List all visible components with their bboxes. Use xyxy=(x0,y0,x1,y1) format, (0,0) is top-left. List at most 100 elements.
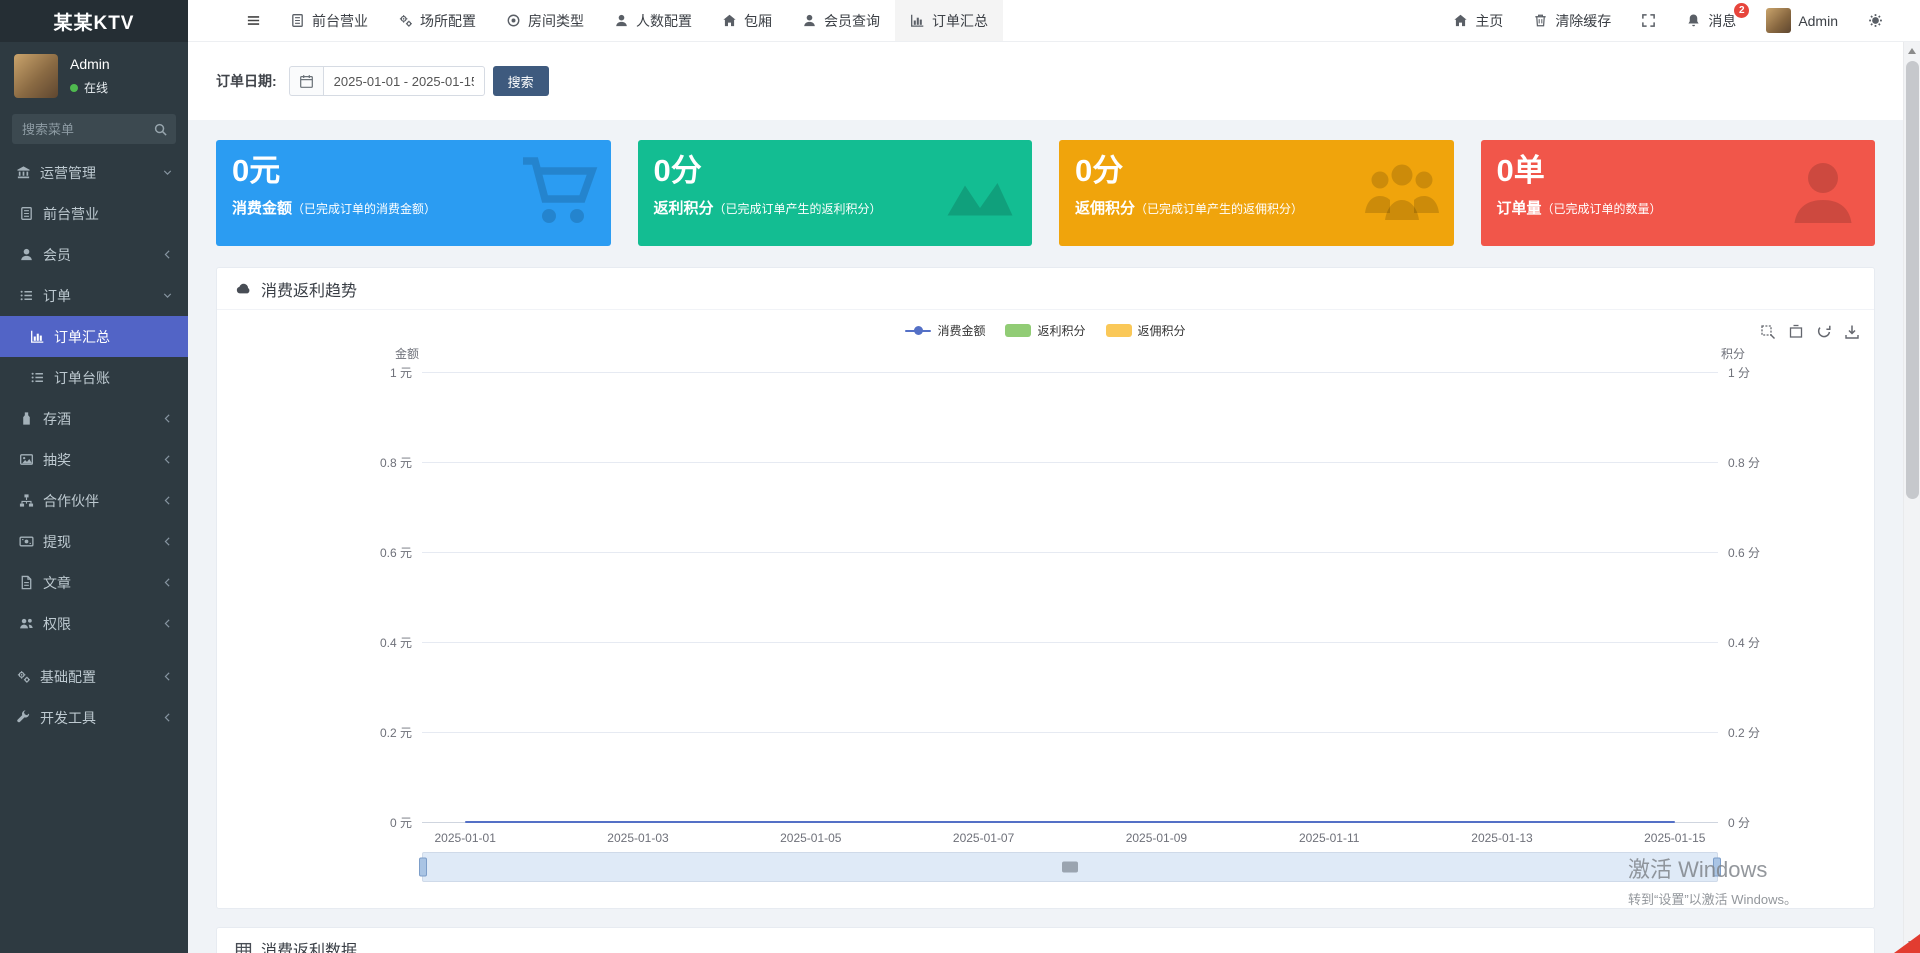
stat-label: 返佣积分 xyxy=(1075,200,1135,217)
stat-cards: 0元 消费金额（已完成订单的消费金额） 0分 返利积分（已完成订单产生的返利积分… xyxy=(216,140,1875,246)
x-tick-label: 2025-01-03 xyxy=(607,831,668,845)
chevron-left-icon xyxy=(161,711,174,724)
trash-icon xyxy=(1533,13,1548,28)
sidebar-item-order-ledger[interactable]: 订单台账 xyxy=(0,357,188,398)
stat-note: （已完成订单的消费金额） xyxy=(292,202,436,216)
toolbox-restore-button[interactable] xyxy=(1816,324,1832,340)
sidebar-item-members[interactable]: 会员 xyxy=(0,234,188,275)
legend-item-commission[interactable]: 返佣积分 xyxy=(1106,322,1186,339)
sidebar-toggle-button[interactable] xyxy=(232,0,275,41)
chevron-left-icon xyxy=(161,535,174,548)
nav-item-frontdesk[interactable]: 前台营业 xyxy=(275,0,383,41)
line-marker xyxy=(905,325,931,336)
bell-icon xyxy=(1686,13,1701,28)
stat-card-rebate-points[interactable]: 0分 返利积分（已完成订单产生的返利积分） xyxy=(638,140,1033,246)
nav-fullscreen[interactable] xyxy=(1626,0,1671,41)
sidebar-search xyxy=(12,114,176,144)
data-panel: 消费返利数据 xyxy=(216,927,1875,953)
nav-settings[interactable] xyxy=(1853,0,1898,41)
sidebar-item-withdraw[interactable]: 提现 xyxy=(0,521,188,562)
chart-legend: 消费金额 返利积分 返佣积分 xyxy=(217,322,1874,339)
area-chart-icon xyxy=(940,153,1020,233)
toolbox-save-image-button[interactable] xyxy=(1844,324,1860,340)
nav-item-order-summary[interactable]: 订单汇总 xyxy=(895,0,1003,41)
calendar-addon[interactable] xyxy=(289,66,323,96)
legend-item-consume[interactable]: 消费金额 xyxy=(905,322,985,339)
search-button[interactable]: 搜索 xyxy=(493,66,549,96)
hamburger-icon xyxy=(246,13,261,28)
sidebar-item-dev-tools[interactable]: 开发工具 xyxy=(0,697,188,738)
sidebar-item-orders[interactable]: 订单 xyxy=(0,275,188,316)
sidebar-item-partners[interactable]: 合作伙伴 xyxy=(0,480,188,521)
avatar xyxy=(14,54,58,98)
sidebar-item-articles[interactable]: 文章 xyxy=(0,562,188,603)
gridline xyxy=(422,642,1718,643)
y-tick-label: 0.4 元 xyxy=(358,634,412,651)
stat-label: 返利积分 xyxy=(654,200,714,217)
sidebar-item-wine-storage[interactable]: 存酒 xyxy=(0,398,188,439)
datazoom-grip[interactable] xyxy=(1062,862,1078,873)
list-icon xyxy=(30,370,45,385)
legend-item-rebate[interactable]: 返利积分 xyxy=(1005,322,1085,339)
x-tick-label: 2025-01-05 xyxy=(780,831,841,845)
scroll-up-arrow[interactable] xyxy=(1908,48,1916,54)
wrench-icon xyxy=(16,710,31,725)
nav-clear-cache[interactable]: 清除缓存 xyxy=(1518,0,1626,41)
sidebar-item-operations[interactable]: 运营管理 xyxy=(0,152,188,193)
stat-card-consume-amount[interactable]: 0元 消费金额（已完成订单的消费金额） xyxy=(216,140,611,246)
cloud-icon xyxy=(235,280,252,297)
nav-item-member-query[interactable]: 会员查询 xyxy=(787,0,895,41)
user-panel: Admin 在线 xyxy=(0,42,188,108)
stat-note: （已完成订单产生的返佣积分） xyxy=(1135,202,1303,216)
nav-home[interactable]: 主页 xyxy=(1438,0,1518,41)
user-icon xyxy=(19,247,34,262)
datazoom-left-handle[interactable] xyxy=(419,858,427,877)
refresh-icon xyxy=(1816,324,1832,340)
nav-item-capacity-config[interactable]: 人数配置 xyxy=(599,0,707,41)
bottle-icon xyxy=(19,411,34,426)
user-status: 在线 xyxy=(70,79,110,96)
sidebar-item-order-summary[interactable]: 订单汇总 xyxy=(0,316,188,357)
stat-label: 消费金额 xyxy=(232,200,292,217)
chevron-left-icon xyxy=(161,412,174,425)
nav-messages[interactable]: 消息2 xyxy=(1671,0,1751,41)
user-group-icon xyxy=(1362,153,1442,233)
x-tick-label: 2025-01-13 xyxy=(1471,831,1532,845)
chevron-left-icon xyxy=(161,576,174,589)
app-logo[interactable]: 某某KTV xyxy=(0,0,188,42)
scrollbar[interactable] xyxy=(1903,42,1920,953)
chart-title: 消费返利趋势 xyxy=(261,277,357,301)
toolbox-zoom-button[interactable] xyxy=(1760,324,1776,340)
gridline xyxy=(422,732,1718,733)
toolbox-zoom-reset-button[interactable] xyxy=(1788,324,1804,340)
table-icon xyxy=(235,941,252,953)
main-content: 订单日期: 搜索 0元 消费金额（已完成订单的消费金额） 0分 返利积分（已完成… xyxy=(188,42,1903,953)
date-range-input[interactable] xyxy=(323,66,485,96)
calendar-icon xyxy=(299,74,314,89)
datazoom-right-handle[interactable] xyxy=(1713,858,1721,877)
nav-user[interactable]: Admin xyxy=(1751,0,1853,41)
user-icon xyxy=(1783,153,1863,233)
x-tick-label: 2025-01-11 xyxy=(1299,831,1360,845)
sidebar-item-lottery[interactable]: 抽奖 xyxy=(0,439,188,480)
nav-item-venue-config[interactable]: 场所配置 xyxy=(383,0,491,41)
stat-card-order-count[interactable]: 0单 订单量（已完成订单的数量） xyxy=(1481,140,1876,246)
stat-card-commission-points[interactable]: 0分 返佣积分（已完成订单产生的返佣积分） xyxy=(1059,140,1454,246)
y-tick-label: 0.6 分 xyxy=(1728,544,1782,561)
zoom-select-icon xyxy=(1760,324,1776,340)
sidebar-item-base-config[interactable]: 基础配置 xyxy=(0,656,188,697)
sidebar-search-button[interactable] xyxy=(144,114,176,144)
scroll-thumb[interactable] xyxy=(1906,61,1919,499)
nav-item-room-type[interactable]: 房间类型 xyxy=(491,0,599,41)
order-date-label: 订单日期: xyxy=(216,71,277,91)
ledger-icon xyxy=(19,206,34,221)
image-icon xyxy=(19,452,34,467)
sidebar-item-permissions[interactable]: 权限 xyxy=(0,603,188,644)
sitemap-icon xyxy=(19,493,34,508)
y-tick-label: 0.8 元 xyxy=(358,454,412,471)
datazoom-slider[interactable] xyxy=(422,852,1718,882)
x-tick-label: 2025-01-07 xyxy=(953,831,1014,845)
nav-item-room[interactable]: 包厢 xyxy=(707,0,787,41)
sidebar-item-frontdesk[interactable]: 前台营业 xyxy=(0,193,188,234)
sidebar-search-input[interactable] xyxy=(12,114,144,144)
